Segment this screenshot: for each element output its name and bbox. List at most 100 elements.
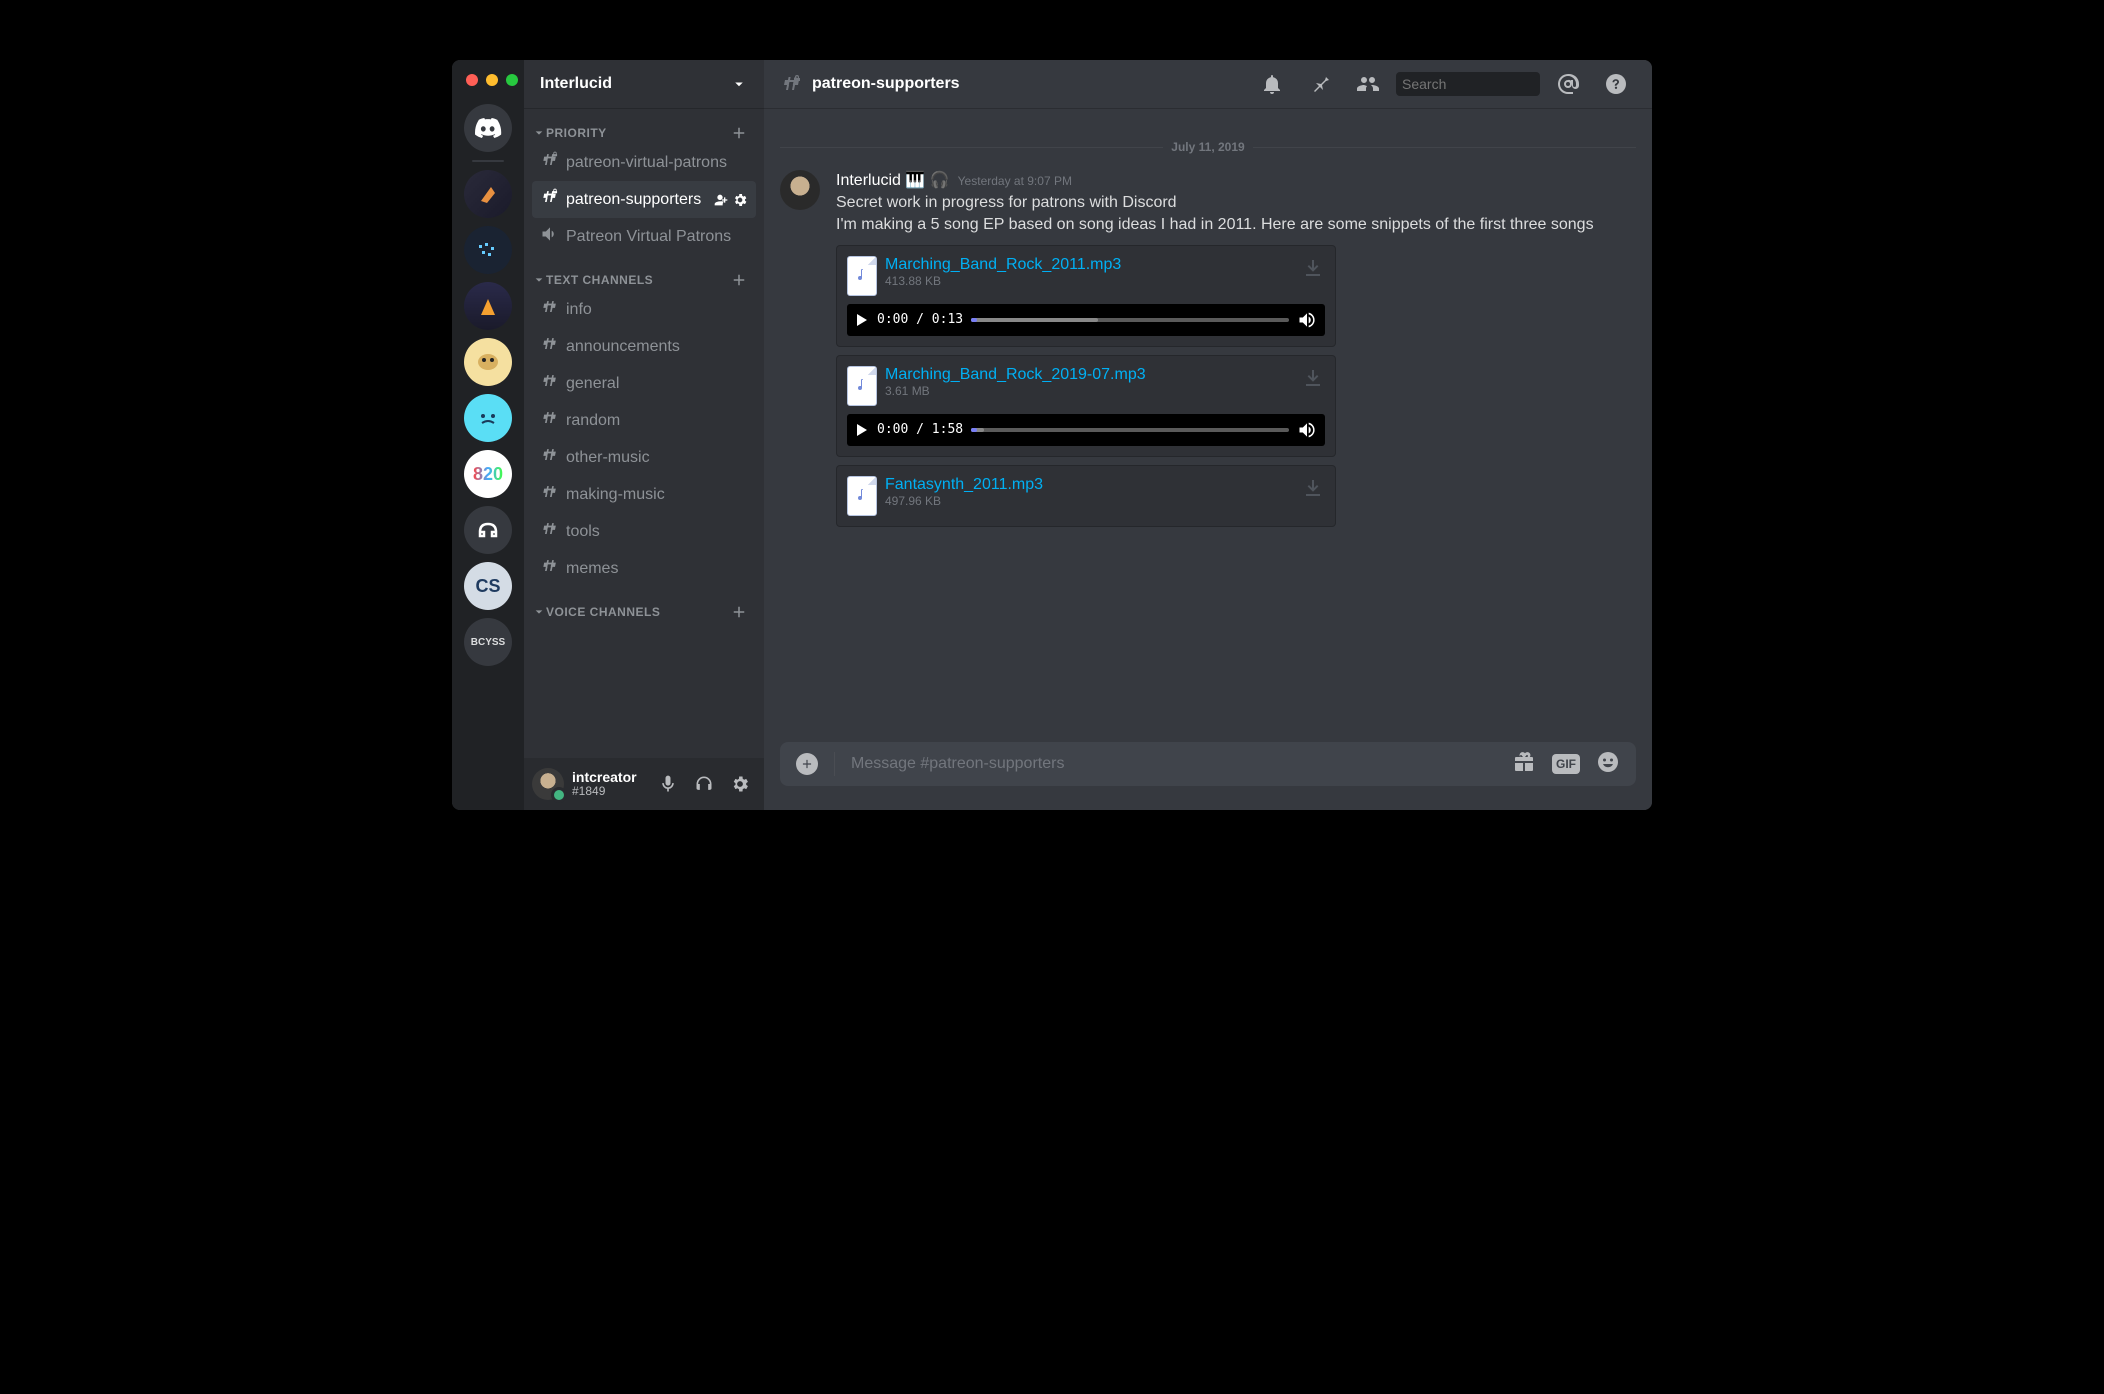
search-box[interactable] [1396,72,1540,96]
main-content: patreon-supporters July 11, 2019 [764,60,1652,810]
message-list[interactable]: July 11, 2019 Interlucid 🎹 🎧 Yesterday a… [764,108,1652,742]
play-button[interactable] [855,423,869,437]
channel-item[interactable]: making-music [532,476,756,513]
file-icon [847,366,877,406]
notifications-button[interactable] [1260,72,1284,96]
download-button[interactable] [1301,256,1325,285]
server-label: CS [475,576,500,597]
gif-button[interactable]: GIF [1552,754,1580,774]
invite-icon[interactable] [712,192,728,208]
hash-icon [540,297,560,322]
audio-attachment: Marching_Band_Rock_2011.mp3413.88 KB0:00… [836,245,1336,347]
username: intcreator [572,770,644,785]
audio-player: 0:00 / 1:58 [847,414,1325,446]
hash-icon [540,482,560,507]
message-input[interactable] [851,755,1496,773]
speaker-icon [540,224,560,249]
divider [834,752,835,776]
help-button[interactable] [1604,72,1628,96]
channel-name: making-music [566,486,748,504]
download-button[interactable] [1301,476,1325,505]
download-button[interactable] [1301,366,1325,395]
file-name[interactable]: Marching_Band_Rock_2011.mp3 [885,256,1293,274]
audio-attachment: Marching_Band_Rock_2019-07.mp33.61 MB0:0… [836,355,1336,457]
add-channel-icon[interactable] [730,271,748,289]
gear-icon[interactable] [732,192,748,208]
gift-button[interactable] [1512,750,1536,779]
emoji-button[interactable] [1596,750,1620,779]
channel-item[interactable]: patreon-supporters [532,181,756,218]
channel-item[interactable]: general [532,365,756,402]
channel-item[interactable]: announcements [532,328,756,365]
server-icon[interactable] [464,394,512,442]
channel-name: tools [566,523,748,541]
user-info[interactable]: intcreator #1849 [572,770,644,799]
file-icon [847,256,877,296]
channel-item[interactable]: memes [532,550,756,587]
channel-item[interactable]: info [532,291,756,328]
chevron-down-icon [730,75,748,93]
server-label: BCYSS [471,637,505,648]
server-icon[interactable] [464,170,512,218]
avatar[interactable] [780,170,820,210]
progress-bar[interactable] [971,318,1289,322]
progress-bar[interactable] [971,428,1289,432]
file-size: 413.88 KB [885,274,1293,288]
category-header[interactable]: VOICE CHANNELS [532,587,756,623]
app-window: 820 CS BCYSS Interlucid PRIORITYpatreon-… [452,60,1652,810]
deafen-button[interactable] [688,768,720,800]
minimize-window-button[interactable] [486,74,498,86]
home-button[interactable] [464,104,512,152]
server-icon[interactable]: BCYSS [464,618,512,666]
add-channel-icon[interactable] [730,124,748,142]
volume-button[interactable] [1297,420,1317,440]
server-icon[interactable] [464,506,512,554]
close-window-button[interactable] [466,74,478,86]
attach-button[interactable] [796,753,818,775]
author-name[interactable]: Interlucid 🎹 🎧 [836,170,950,190]
file-name[interactable]: Marching_Band_Rock_2019-07.mp3 [885,366,1293,384]
channel-name: patreon-virtual-patrons [566,154,748,172]
hash-lock-icon [780,72,804,96]
volume-button[interactable] [1297,310,1317,330]
hash-icon [540,556,560,581]
channel-item[interactable]: Patreon Virtual Patrons [532,218,756,255]
channel-item[interactable]: patreon-virtual-patrons [532,144,756,181]
file-icon [847,476,877,516]
category-header[interactable]: TEXT CHANNELS [532,255,756,291]
server-dropdown[interactable]: Interlucid [524,60,764,108]
chevron-down-icon [534,128,544,138]
channel-item[interactable]: other-music [532,439,756,476]
avatar[interactable] [532,768,564,800]
add-channel-icon[interactable] [730,603,748,621]
mentions-button[interactable] [1556,72,1580,96]
maximize-window-button[interactable] [506,74,518,86]
compose-area: GIF [764,742,1652,810]
server-icon[interactable]: 820 [464,450,512,498]
hash-icon [540,371,560,396]
channel-header: patreon-supporters [764,60,1652,108]
date-divider: July 11, 2019 [780,140,1636,154]
channel-name: Patreon Virtual Patrons [566,228,748,246]
channel-sidebar: Interlucid PRIORITY patreon-virtual-patro… [524,60,764,810]
message-input-box: GIF [780,742,1636,786]
settings-button[interactable] [724,768,756,800]
members-button[interactable] [1356,72,1380,96]
server-icon[interactable] [464,282,512,330]
message-text: I'm making a 5 song EP based on song ide… [836,214,1636,236]
server-icon[interactable] [464,338,512,386]
channel-item[interactable]: random [532,402,756,439]
hash-icon [540,150,560,175]
file-name[interactable]: Fantasynth_2011.mp3 [885,476,1293,494]
pinned-button[interactable] [1308,72,1332,96]
separator [472,160,504,162]
server-icon[interactable]: CS [464,562,512,610]
server-label: 820 [473,464,503,485]
category-header[interactable]: PRIORITY [532,108,756,144]
play-button[interactable] [855,313,869,327]
channel-item[interactable]: tools [532,513,756,550]
channel-list[interactable]: PRIORITY patreon-virtual-patrons patreon-s… [524,108,764,758]
server-icon[interactable] [464,226,512,274]
mute-button[interactable] [652,768,684,800]
playback-time: 0:00 / 1:58 [877,422,963,437]
